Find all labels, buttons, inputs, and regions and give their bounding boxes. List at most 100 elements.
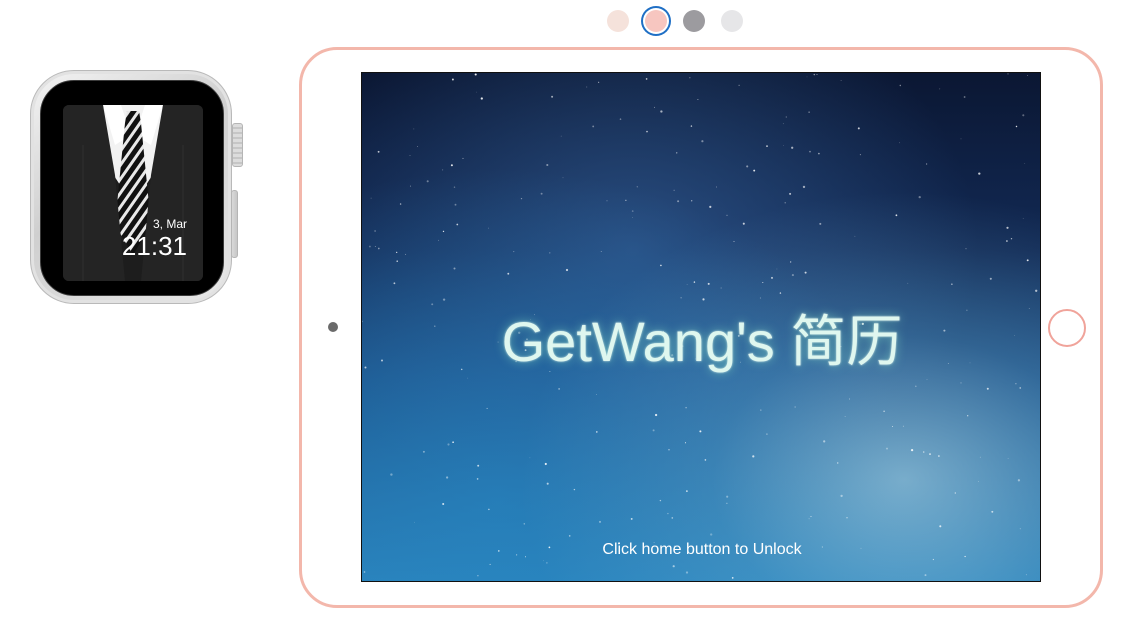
color-swatches: [607, 10, 743, 32]
star: [960, 138, 962, 140]
star: [660, 110, 663, 113]
star: [630, 517, 633, 520]
watch-digital-crown[interactable]: [232, 123, 243, 167]
star: [766, 145, 768, 148]
star: [846, 517, 848, 519]
star: [507, 272, 510, 275]
unlock-hint: Click home button to Unlock: [602, 541, 802, 558]
star: [701, 140, 704, 143]
star: [899, 84, 902, 87]
star: [390, 473, 393, 476]
star: [979, 456, 981, 458]
star: [1019, 387, 1021, 389]
star: [731, 577, 734, 579]
star: [544, 462, 547, 466]
swatch-champagne[interactable]: [607, 10, 629, 32]
star: [599, 520, 601, 523]
star: [704, 459, 707, 461]
star: [422, 450, 425, 453]
star: [396, 251, 398, 254]
star: [645, 78, 648, 80]
star: [668, 449, 670, 451]
star: [488, 227, 490, 229]
watch-time: 21:31: [121, 231, 187, 261]
star: [753, 169, 756, 172]
star: [1025, 574, 1027, 576]
star: [409, 185, 411, 187]
star: [929, 453, 931, 456]
star: [549, 252, 551, 254]
swatch-rose-gold[interactable]: [645, 10, 667, 32]
star: [1010, 238, 1013, 240]
star: [1019, 528, 1021, 530]
star: [840, 80, 842, 81]
star: [562, 177, 564, 179]
star: [726, 502, 728, 504]
star: [963, 96, 966, 98]
star: [684, 442, 687, 444]
watch-date: 3, Mar: [152, 217, 187, 231]
star: [480, 97, 483, 100]
star: [396, 260, 398, 262]
star: [592, 125, 595, 128]
star: [693, 281, 696, 283]
star: [784, 202, 786, 204]
star: [699, 430, 702, 433]
watch-side-button[interactable]: [231, 190, 238, 258]
star: [374, 230, 376, 232]
star: [462, 157, 464, 159]
star: [762, 281, 764, 284]
star: [667, 512, 669, 515]
star: [399, 203, 402, 205]
star: [477, 575, 479, 577]
star: [686, 490, 688, 492]
star: [477, 464, 480, 467]
home-button[interactable]: [1048, 309, 1086, 347]
star: [520, 197, 523, 200]
star: [1005, 240, 1008, 242]
star: [922, 451, 925, 453]
star: [954, 492, 956, 494]
star: [925, 163, 928, 165]
swatch-silver[interactable]: [721, 10, 743, 32]
star: [806, 76, 808, 78]
star: [447, 443, 450, 446]
star: [707, 282, 710, 285]
star: [789, 192, 792, 195]
star: [476, 478, 479, 480]
star: [558, 388, 560, 390]
star: [938, 455, 940, 457]
star: [543, 560, 544, 562]
star: [513, 251, 515, 253]
star: [720, 287, 722, 289]
star: [779, 292, 782, 294]
star: [986, 387, 989, 390]
swatch-space-gray[interactable]: [683, 10, 705, 32]
star: [895, 214, 898, 217]
star: [960, 382, 962, 384]
star: [368, 245, 371, 248]
star: [733, 241, 735, 242]
star: [546, 163, 549, 167]
star: [565, 268, 569, 272]
star: [660, 264, 662, 267]
star: [675, 152, 678, 154]
star: [377, 150, 380, 153]
star: [926, 379, 928, 380]
star: [685, 406, 687, 409]
star: [738, 84, 740, 86]
star: [631, 210, 634, 212]
star: [632, 217, 633, 218]
star: [586, 86, 588, 88]
star: [619, 118, 622, 120]
star: [840, 494, 843, 498]
star: [902, 425, 904, 427]
star: [808, 518, 810, 520]
star: [370, 197, 372, 199]
star: [529, 457, 531, 459]
star: [760, 409, 762, 411]
star: [685, 571, 689, 574]
star: [859, 154, 861, 156]
star: [844, 416, 846, 418]
star: [1015, 125, 1018, 128]
